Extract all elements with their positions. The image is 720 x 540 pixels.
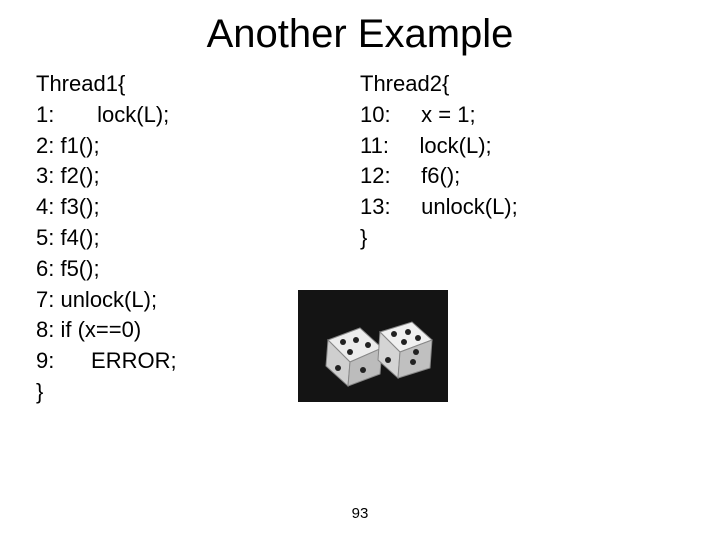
page-number: 93 xyxy=(0,505,720,522)
slide-title: Another Example xyxy=(36,12,684,57)
thread2-line-10: 10: x = 1; xyxy=(360,100,684,131)
thread2-line-13: 13: unlock(L); xyxy=(360,192,684,223)
thread1-line-4: 4: f3(); xyxy=(36,192,360,223)
thread1-line-6: 6: f5(); xyxy=(36,254,360,285)
slide: Another Example Thread1{ 1: lock(L); 2: … xyxy=(0,0,720,540)
thread1-line-3: 3: f2(); xyxy=(36,161,360,192)
thread2-line-12: 12: f6(); xyxy=(360,161,684,192)
thread2-close: } xyxy=(360,223,684,254)
thread1-line-1: 1: lock(L); xyxy=(36,100,360,131)
thread1-header: Thread1{ xyxy=(36,69,360,100)
thread1-line-5: 5: f4(); xyxy=(36,223,360,254)
thread1-line-2: 2: f1(); xyxy=(36,131,360,162)
thread2-header: Thread2{ xyxy=(360,69,684,100)
dice-image xyxy=(298,290,448,402)
thread2-line-11: 11: lock(L); xyxy=(360,131,684,162)
